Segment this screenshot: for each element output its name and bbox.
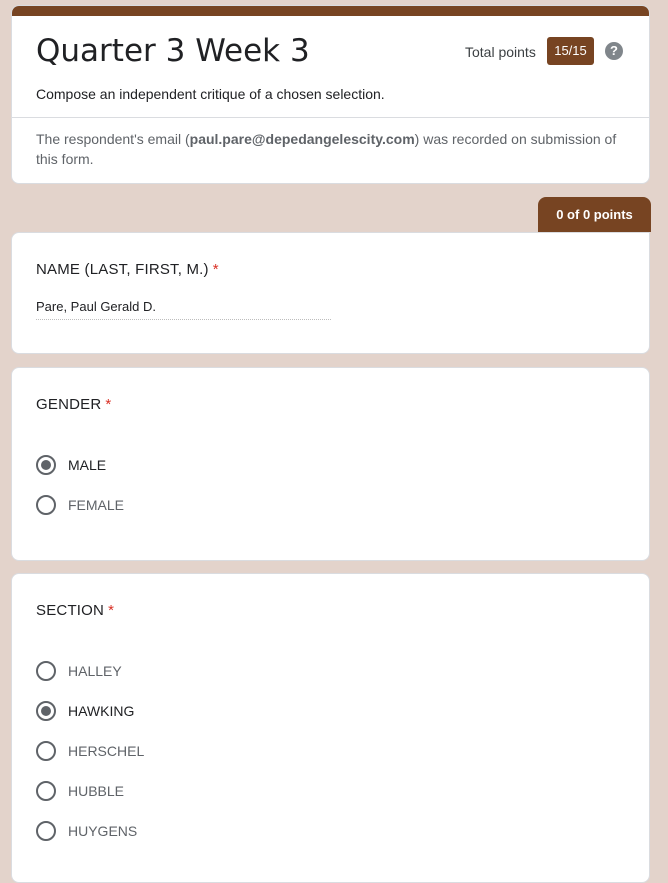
form-header-card: Quarter 3 Week 3 Total points 15/15 ? Co… — [11, 5, 650, 184]
option-label: HUBBLE — [68, 783, 125, 799]
option-label: HERSCHEL — [68, 743, 145, 759]
option-label: HALLEY — [68, 663, 122, 679]
total-points-label: Total points — [465, 44, 536, 60]
radio-checked-icon — [36, 701, 56, 721]
option-label: HUYGENS — [68, 823, 138, 839]
option-label: FEMALE — [68, 497, 125, 513]
question-title-gender: GENDER * — [36, 396, 111, 413]
question-card-gender: GENDER * MALE FEMALE — [11, 367, 650, 561]
required-asterisk: * — [105, 396, 112, 413]
question-card-section: SECTION * HALLEY HAWKING HERSCHEL HUBBLE … — [11, 573, 650, 883]
option-label: HAWKING — [68, 703, 135, 719]
question-title-text: NAME (LAST, FIRST, M.) — [36, 261, 209, 278]
question-card-name: NAME (LAST, FIRST, M.) * Pare, Paul Geral… — [11, 232, 650, 354]
radio-unchecked-icon — [36, 781, 56, 801]
total-points-badge: 15/15 — [547, 37, 594, 65]
email-note-prefix: The respondent's email ( — [36, 131, 190, 147]
header-divider — [12, 117, 649, 118]
radio-unchecked-icon — [36, 495, 56, 515]
option-label: MALE — [68, 457, 107, 473]
radio-unchecked-icon — [36, 741, 56, 761]
question-title-name: NAME (LAST, FIRST, M.) * — [36, 261, 219, 278]
respondent-email: paul.pare@depedangelescity.com — [189, 131, 415, 147]
name-answer-field: Pare, Paul Gerald D. — [36, 299, 331, 320]
header-accent-bar — [12, 6, 649, 16]
question-title-text: GENDER — [36, 396, 102, 413]
radio-unchecked-icon — [36, 821, 56, 841]
help-icon[interactable]: ? — [605, 42, 623, 60]
question-title-section: SECTION * — [36, 602, 114, 619]
radio-unchecked-icon — [36, 661, 56, 681]
respondent-email-note: The respondent's email (paul.pare@depeda… — [36, 129, 626, 169]
section-score-badge: 0 of 0 points — [538, 197, 651, 232]
form-title: Quarter 3 Week 3 — [36, 33, 310, 69]
required-asterisk: * — [108, 602, 115, 619]
form-description: Compose an independent critique of a cho… — [36, 86, 385, 102]
required-asterisk: * — [212, 261, 219, 278]
question-title-text: SECTION — [36, 602, 105, 619]
radio-checked-icon — [36, 455, 56, 475]
